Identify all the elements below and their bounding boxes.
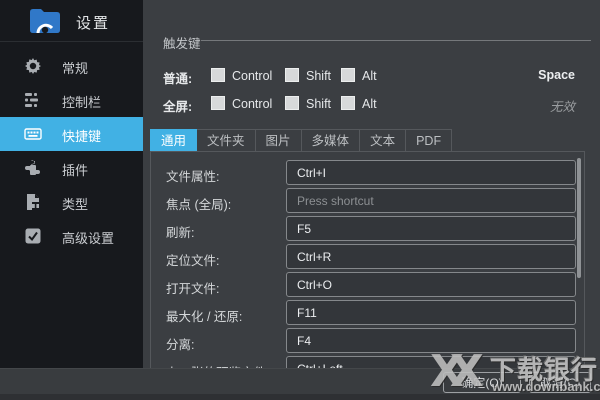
sidebar-item-shortcuts[interactable]: 快捷键 [0,117,143,151]
tab-general[interactable]: 通用 [150,129,198,152]
tab-folder[interactable]: 文件夹 [197,129,256,152]
trigger-row-normal: 普通: Control Shift Alt Space [163,68,583,86]
sidebar-item-types[interactable]: 类型 [0,185,143,219]
field-label: 最大化 / 还原: [166,310,243,324]
sidebar-item-label: 高级设置 [62,231,115,246]
field-row-detach: 分离: [151,328,584,354]
page-title: 设置 [76,15,111,32]
tab-text[interactable]: 文本 [360,129,407,152]
checkbox-label: Shift [306,97,332,111]
shortcut-input-maximize-restore[interactable] [286,300,576,325]
sidebar: 设置 常规 控制栏 快捷键 插件 类型 高级设置 [0,0,143,368]
alt-checkbox[interactable] [341,68,355,82]
tab-media[interactable]: 多媒体 [301,129,361,152]
sidebar-item-label: 常规 [62,61,89,76]
sidebar-item-advanced[interactable]: 高级设置 [0,219,143,253]
keyboard-icon [24,125,42,143]
checkbox-label: Alt [362,97,377,111]
field-row-file-properties: 文件属性: [151,160,584,186]
window-bottom-edge [0,394,600,400]
field-row-open-file: 打开文件: [151,272,584,298]
sidebar-item-general[interactable]: 常规 [0,49,143,83]
trigger-key-value: 无效 [549,100,575,114]
trigger-section-title: 触发键 [163,37,201,51]
shortcut-input-file-properties[interactable] [286,160,576,185]
trigger-row-label: 普通: [163,72,193,86]
checkbox-label: Alt [362,69,377,83]
field-row-locate-file: 定位文件: [151,244,584,270]
trigger-key-value: Space [538,68,575,82]
sidebar-item-label: 快捷键 [62,129,102,144]
main-panel: 触发键 普通: Control Shift Alt Space 全屏: Cont… [143,0,600,381]
field-row-focus-global: 焦点 (全局): [151,188,584,214]
gear-icon [24,57,42,75]
file-type-icon [24,193,42,211]
sidebar-item-control-bar[interactable]: 控制栏 [0,83,143,117]
field-label: 分离: [166,338,195,352]
app-folder-icon [28,7,62,35]
alt-checkbox[interactable] [341,96,355,110]
field-label: 刷新: [166,226,195,240]
control-checkbox[interactable] [211,96,225,110]
footer-bar: 确定(O) 取消(C) [0,368,600,394]
section-divider [201,40,591,41]
cancel-button[interactable]: 取消(C) [529,372,591,393]
sidebar-item-label: 类型 [62,197,89,212]
puzzle-icon [24,159,42,177]
panel-scrollbar[interactable] [577,158,581,278]
sidebar-item-label: 控制栏 [62,95,102,110]
checkbox-label: Control [232,97,273,111]
tab-pdf[interactable]: PDF [406,129,453,152]
tab-bar: 通用 文件夹 图片 多媒体 文本 PDF [150,129,453,152]
field-row-refresh: 刷新: [151,216,584,242]
settings-window: 设置 常规 控制栏 快捷键 插件 类型 高级设置 触发键 普通: Control… [0,0,600,400]
sidebar-item-plugins[interactable]: 插件 [0,151,143,185]
shortcut-input-locate-file[interactable] [286,244,576,269]
sidebar-header: 设置 [0,0,143,42]
field-label: 焦点 (全局): [166,198,232,212]
shift-checkbox[interactable] [285,68,299,82]
shortcut-input-open-file[interactable] [286,272,576,297]
field-label: 打开文件: [166,282,220,296]
trigger-row-fullscreen: 全屏: Control Shift Alt 无效 [163,96,583,114]
field-label: 定位文件: [166,254,220,268]
field-label: 文件属性: [166,170,220,184]
shortcut-input-detach[interactable] [286,328,576,353]
shortcut-input-focus-global[interactable] [286,188,576,213]
ok-button[interactable]: 确定(O) [443,372,521,393]
checkbox-label: Shift [306,69,332,83]
shortcuts-panel: 文件属性: 焦点 (全局): 刷新: 定位文件: 打开文件: 最大化 / 还原: [150,151,585,381]
control-checkbox[interactable] [211,68,225,82]
checkbox-label: Control [232,69,273,83]
checkbox-icon [24,227,42,245]
sidebar-item-label: 插件 [62,163,89,178]
shift-checkbox[interactable] [285,96,299,110]
control-bar-icon [24,91,42,109]
field-row-maximize-restore: 最大化 / 还原: [151,300,584,326]
tab-image[interactable]: 图片 [255,129,302,152]
trigger-row-label: 全屏: [163,100,193,114]
shortcut-input-refresh[interactable] [286,216,576,241]
